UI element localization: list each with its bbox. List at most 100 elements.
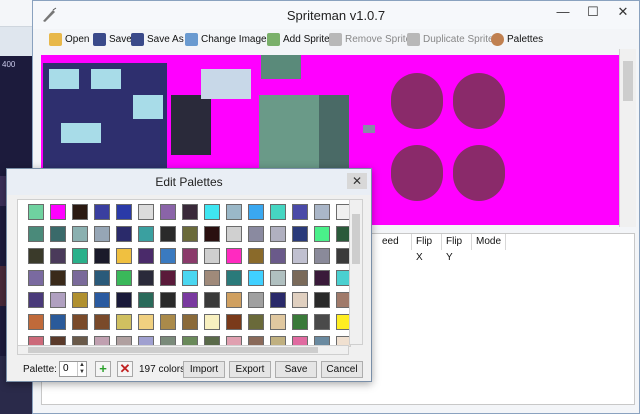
color-swatch[interactable] — [204, 314, 220, 330]
color-swatch[interactable] — [160, 248, 176, 264]
color-swatch[interactable] — [28, 270, 44, 286]
color-swatch[interactable] — [182, 270, 198, 286]
save-palette-button[interactable]: Save — [275, 361, 317, 378]
duplicate-sprite-button[interactable]: Duplicate Sprite — [407, 31, 494, 47]
color-swatch[interactable] — [292, 226, 308, 242]
color-swatch[interactable] — [270, 270, 286, 286]
color-swatch[interactable] — [28, 226, 44, 242]
grid-header-flip-y[interactable]: Flip Y — [442, 234, 472, 263]
grid-header-speed[interactable]: eed — [378, 234, 412, 250]
color-swatch[interactable] — [116, 248, 132, 264]
save-as-button[interactable]: Save As — [131, 31, 184, 47]
palettes-button[interactable]: Palettes — [491, 31, 543, 47]
color-swatch[interactable] — [160, 204, 176, 220]
color-swatch[interactable] — [160, 226, 176, 242]
color-swatch[interactable] — [50, 248, 66, 264]
color-swatch[interactable] — [270, 226, 286, 242]
color-swatch[interactable] — [50, 204, 66, 220]
color-swatch[interactable] — [314, 248, 330, 264]
color-swatch[interactable] — [204, 226, 220, 242]
color-swatch[interactable] — [28, 204, 44, 220]
color-swatch[interactable] — [28, 248, 44, 264]
color-swatch[interactable] — [248, 204, 264, 220]
color-swatch[interactable] — [314, 204, 330, 220]
color-swatch[interactable] — [138, 248, 154, 264]
color-swatch[interactable] — [72, 204, 88, 220]
color-swatch[interactable] — [138, 314, 154, 330]
stepper-arrows-icon[interactable]: ▲ ▼ — [77, 362, 86, 376]
color-swatch[interactable] — [292, 204, 308, 220]
color-swatch[interactable] — [226, 226, 242, 242]
delete-palette-button[interactable]: ✕ — [117, 361, 133, 377]
color-swatch[interactable] — [182, 226, 198, 242]
color-swatch[interactable] — [94, 314, 110, 330]
grid-header-mode[interactable]: Mode — [472, 234, 506, 250]
color-swatch[interactable] — [204, 248, 220, 264]
color-swatch[interactable] — [160, 292, 176, 308]
color-swatch[interactable] — [182, 292, 198, 308]
color-swatch[interactable] — [72, 314, 88, 330]
color-swatch[interactable] — [314, 270, 330, 286]
close-button[interactable]: ✕ — [609, 3, 637, 21]
color-swatch[interactable] — [94, 226, 110, 242]
swatch-vertical-scrollbar[interactable] — [349, 199, 363, 345]
save-button[interactable]: Save — [93, 31, 132, 47]
color-swatch[interactable] — [72, 292, 88, 308]
color-swatch[interactable] — [314, 292, 330, 308]
color-swatch[interactable] — [226, 204, 242, 220]
color-swatch[interactable] — [138, 292, 154, 308]
color-swatch[interactable] — [292, 248, 308, 264]
color-swatch[interactable] — [226, 270, 242, 286]
minimize-button[interactable]: — — [549, 3, 577, 21]
color-swatch[interactable] — [226, 292, 242, 308]
color-swatch[interactable] — [248, 314, 264, 330]
color-swatch[interactable] — [72, 248, 88, 264]
open-button[interactable]: Open — [49, 31, 89, 47]
palette-index-stepper[interactable]: 0 ▲ ▼ — [59, 361, 87, 377]
color-swatch[interactable] — [270, 292, 286, 308]
color-swatch[interactable] — [270, 204, 286, 220]
swatch-horizontal-scrollbar[interactable] — [17, 345, 349, 355]
color-swatch[interactable] — [314, 226, 330, 242]
canvas-vertical-scrollbar[interactable] — [619, 49, 636, 227]
color-swatch[interactable] — [138, 270, 154, 286]
scroll-thumb[interactable] — [28, 347, 318, 353]
cancel-button[interactable]: Cancel — [321, 361, 363, 378]
color-swatch[interactable] — [204, 292, 220, 308]
color-swatch[interactable] — [50, 226, 66, 242]
dialog-close-button[interactable]: ✕ — [347, 173, 367, 189]
maximize-button[interactable]: ☐ — [579, 3, 607, 21]
scroll-thumb[interactable] — [352, 214, 360, 264]
color-swatch[interactable] — [314, 314, 330, 330]
color-swatch[interactable] — [116, 270, 132, 286]
color-swatch[interactable] — [292, 270, 308, 286]
export-button[interactable]: Export — [229, 361, 271, 378]
change-image-button[interactable]: Change Image — [185, 31, 267, 47]
color-swatch[interactable] — [204, 204, 220, 220]
color-swatch[interactable] — [292, 314, 308, 330]
color-swatch[interactable] — [116, 204, 132, 220]
color-swatch[interactable] — [182, 248, 198, 264]
color-swatch[interactable] — [248, 292, 264, 308]
color-swatch[interactable] — [116, 292, 132, 308]
color-swatch[interactable] — [138, 226, 154, 242]
color-swatch[interactable] — [270, 248, 286, 264]
color-swatch[interactable] — [50, 292, 66, 308]
color-swatch[interactable] — [138, 204, 154, 220]
color-swatch[interactable] — [160, 270, 176, 286]
add-sprite-button[interactable]: Add Sprite — [267, 31, 330, 47]
color-swatch[interactable] — [248, 270, 264, 286]
color-swatch[interactable] — [248, 248, 264, 264]
color-swatch[interactable] — [116, 226, 132, 242]
color-swatch[interactable] — [116, 314, 132, 330]
grid-header-flip-x[interactable]: Flip X — [412, 234, 442, 263]
remove-sprite-button[interactable]: Remove Sprite — [329, 31, 411, 47]
color-swatch[interactable] — [248, 226, 264, 242]
color-swatch[interactable] — [270, 314, 286, 330]
color-swatch[interactable] — [204, 270, 220, 286]
add-palette-button[interactable]: + — [95, 361, 111, 377]
color-swatch[interactable] — [72, 270, 88, 286]
color-swatch[interactable] — [182, 314, 198, 330]
color-swatch[interactable] — [50, 314, 66, 330]
title-bar[interactable]: Spriteman v1.0.7 — ☐ ✕ — [33, 1, 639, 29]
